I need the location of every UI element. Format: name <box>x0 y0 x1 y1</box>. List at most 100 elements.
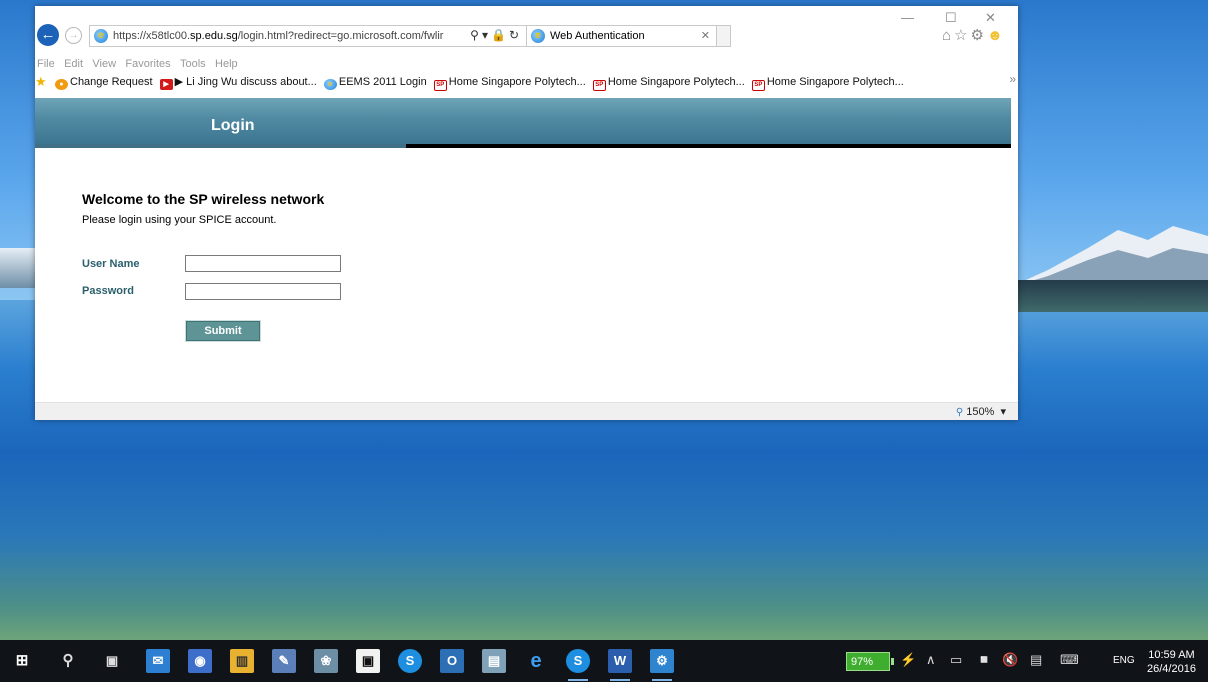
notepad-icon[interactable]: ▤ <box>482 649 506 673</box>
menu-file[interactable]: File <box>37 58 55 70</box>
tab-ie-icon: e <box>531 29 545 43</box>
favorite-link[interactable]: SP Home Singapore Polytech... <box>433 76 586 91</box>
tab-title: Web Authentication <box>550 30 645 42</box>
internet-explorer-icon[interactable]: e <box>524 649 548 673</box>
favorites-overflow-icon[interactable]: » <box>1009 72 1016 86</box>
word-icon[interactable]: W <box>608 649 632 681</box>
wallpaper-treeline <box>1008 280 1208 312</box>
power-plug-icon[interactable]: ⚡ <box>900 652 916 668</box>
feedback-smiley-icon[interactable]: ☻ <box>987 27 1006 44</box>
ie-icon: e <box>323 79 337 90</box>
favorite-link[interactable]: ▶ ▶ Li Jing Wu discuss about... <box>159 75 317 90</box>
orange-badge-icon: ● <box>55 79 68 90</box>
sp-icon: SP <box>751 80 765 91</box>
favorites-bar: ★ ● Change Request ▶ ▶ Li Jing Wu discuss … <box>35 72 1018 92</box>
url-domain: sp.edu.sg <box>190 30 238 42</box>
language-indicator[interactable]: ENG <box>1113 655 1135 666</box>
browser-toolbar-icons: ⌂☆⚙☻ <box>942 26 1006 44</box>
menu-help[interactable]: Help <box>215 58 238 70</box>
skype-business-icon[interactable]: S <box>566 649 590 681</box>
search-icon[interactable]: ⚲ <box>470 28 482 42</box>
sp-icon: SP <box>433 80 447 91</box>
back-button[interactable]: ← <box>37 24 59 46</box>
settings-icon[interactable]: ⚙ <box>650 649 674 681</box>
action-center-icon[interactable]: ▤ <box>1030 652 1042 668</box>
add-favorite-star-icon[interactable]: ★ <box>35 74 47 90</box>
tab-close-icon[interactable]: ✕ <box>701 29 710 42</box>
favorite-link[interactable]: SP Home Singapore Polytech... <box>751 76 904 91</box>
new-tab-button[interactable] <box>717 25 731 47</box>
wifi-icon[interactable]: ◽ <box>976 652 992 668</box>
close-icon[interactable]: ✕ <box>985 10 996 26</box>
site-ie-icon: e <box>94 29 108 43</box>
page-title: Login <box>211 117 255 134</box>
welcome-heading: Welcome to the SP wireless network <box>82 191 325 207</box>
favorite-link[interactable]: ● Change Request <box>55 76 153 90</box>
clock-time: 10:59 AM <box>1148 649 1195 661</box>
address-tools: ⚲▾🔒↻ <box>470 28 522 42</box>
maximize-icon[interactable]: ☐ <box>945 10 957 26</box>
minimize-icon[interactable]: — <box>901 10 914 25</box>
clock-date: 26/4/2016 <box>1147 663 1196 675</box>
favorite-label: ▶ Li Jing Wu discuss about... <box>174 76 317 88</box>
clock[interactable]: 10:59 AM 26/4/2016 <box>1147 648 1196 676</box>
search-icon[interactable]: ⚲ <box>56 649 80 673</box>
password-label: Password <box>82 285 134 297</box>
menu-favorites[interactable]: Favorites <box>125 58 170 70</box>
favorite-label: Home Singapore Polytech... <box>766 76 904 88</box>
store-icon[interactable]: ▣ <box>356 649 380 673</box>
zoom-level: 150% <box>966 406 995 418</box>
browser-titlebar: ← → e https://x58tlc00.sp.edu.sg/login.h… <box>35 6 1018 54</box>
status-bar: ⚲ 150% ▾ <box>35 402 1018 420</box>
menu-view[interactable]: View <box>92 58 116 70</box>
keyboard-icon[interactable]: ⌨ <box>1060 652 1079 668</box>
taskbar: ⊞ ⚲ ▣ ✉ ◉ ▥ ✎ ❀ ▣ S O ▤ e S W ⚙ 97% ⚡ ∧ … <box>0 640 1208 682</box>
file-explorer-icon[interactable]: ▥ <box>230 649 254 673</box>
zoom-icon: ⚲ <box>955 407 964 418</box>
header-divider <box>35 144 1011 148</box>
skype-icon[interactable]: S <box>398 649 422 673</box>
volume-muted-icon[interactable]: 🔇 <box>1002 652 1018 668</box>
username-input[interactable] <box>185 255 341 272</box>
browser-window: ← → e https://x58tlc00.sp.edu.sg/login.h… <box>35 6 1018 420</box>
page-content: Login Welcome to the SP wireless network… <box>35 92 1018 402</box>
photos-icon[interactable]: ◉ <box>188 649 212 673</box>
show-hidden-icons-icon[interactable]: ∧ <box>926 652 936 668</box>
favorites-star-icon[interactable]: ☆ <box>954 27 970 44</box>
menu-edit[interactable]: Edit <box>64 58 83 70</box>
onenote-app-icon[interactable]: O <box>440 649 464 673</box>
sp-icon: SP <box>592 80 606 91</box>
tab-web-authentication[interactable]: e Web Authentication ✕ <box>527 25 717 47</box>
url-text: https://x58tlc00.sp.edu.sg/login.html?re… <box>113 30 443 42</box>
dropdown-icon[interactable]: ▾ <box>482 28 491 42</box>
favorite-label: Home Singapore Polytech... <box>607 76 745 88</box>
lock-icon[interactable]: 🔒 <box>491 28 509 42</box>
password-input[interactable] <box>185 283 341 300</box>
zoom-control[interactable]: ⚲ 150% ▾ <box>956 405 1006 418</box>
battery-tray-icon[interactable]: ▭ <box>950 652 962 668</box>
outlook-icon[interactable]: ✉ <box>146 649 170 673</box>
battery-indicator[interactable]: 97% <box>846 652 894 671</box>
favorite-link[interactable]: e EEMS 2011 Login <box>323 76 427 90</box>
forward-button[interactable]: → <box>65 27 82 44</box>
favorite-label: Change Request <box>70 76 153 88</box>
settings-gear-icon[interactable]: ⚙ <box>971 27 987 44</box>
youtube-icon: ▶ <box>159 79 173 90</box>
submit-button[interactable]: Submit <box>185 320 261 342</box>
url-suffix: /login.html?redirect=go.microsoft.com/fw… <box>237 30 444 42</box>
username-label: User Name <box>82 258 140 270</box>
wallpaper-left-mountain <box>0 248 36 288</box>
zoom-dropdown-icon[interactable]: ▾ <box>1000 406 1006 418</box>
favorite-label: Home Singapore Polytech... <box>448 76 586 88</box>
paint-icon[interactable]: ❀ <box>314 649 338 673</box>
onenote-icon[interactable]: ✎ <box>272 649 296 673</box>
refresh-icon[interactable]: ↻ <box>509 28 522 42</box>
favorite-link[interactable]: SP Home Singapore Polytech... <box>592 76 745 91</box>
home-icon[interactable]: ⌂ <box>942 27 954 44</box>
start-windows-icon[interactable]: ⊞ <box>10 649 34 673</box>
address-bar[interactable]: e https://x58tlc00.sp.edu.sg/login.html?… <box>89 25 527 47</box>
task-view-icon[interactable]: ▣ <box>100 649 124 673</box>
menu-bar: File Edit View Favorites Tools Help <box>35 54 1018 72</box>
menu-tools[interactable]: Tools <box>180 58 206 70</box>
page-header: Login <box>35 98 1011 144</box>
